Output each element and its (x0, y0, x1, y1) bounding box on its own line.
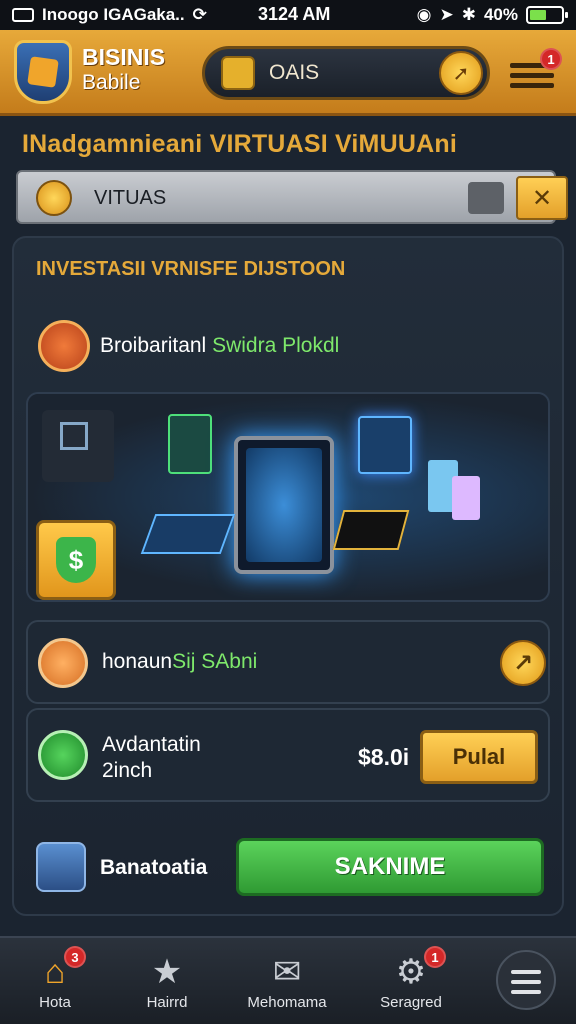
section-title: INadgamnieani VIRTUASI ViMUUAni (22, 130, 457, 158)
nav-label: Hairrd (146, 994, 188, 1011)
hologram-card-icon (168, 414, 212, 474)
brand-subtitle: Babile (82, 71, 141, 94)
battery-percent: 40% (483, 5, 518, 24)
camera-icon (38, 320, 90, 372)
location-icon: ➤ (439, 5, 454, 24)
panel-title: INVESTASII VRNISFE DIJSTOON (36, 258, 346, 280)
nav-badge: 1 (424, 946, 446, 968)
coin-icon (36, 180, 72, 216)
menu-round-button[interactable] (496, 950, 556, 1010)
status-right: ◉ ➤ ✱ 40% (416, 5, 568, 25)
filter-icon[interactable] (468, 182, 504, 214)
hologram-screen-icon (358, 416, 412, 474)
offer-row-1-text: honaun (102, 650, 173, 673)
status-time: 3124 AM (258, 4, 331, 24)
offer-row-1[interactable]: honaunSij SAbni ↗ (26, 620, 550, 704)
star-icon: ★ (151, 953, 183, 991)
license-icon (221, 56, 255, 90)
search-label: VITUAS (94, 187, 167, 209)
coin-label: OAIS (269, 61, 320, 84)
offer-row-1-label: honaunSij SAbni (102, 650, 257, 674)
close-icon[interactable]: ✕ (516, 176, 568, 220)
menu-badge: 1 (540, 48, 562, 70)
alarm-icon: ◉ (416, 5, 432, 24)
compass-icon (36, 842, 86, 892)
nav-item-documents[interactable]: ✉ Mehomama (232, 938, 342, 1024)
status-bar: Inoogo IGAGaka.. ⟳ 3124 AM ◉ ➤ ✱ 40% (0, 0, 576, 30)
add-coins-button[interactable]: ➚ (439, 51, 483, 95)
bottom-nav: ⌂ Hota 3 ★ Hairrd ✉ Mehomama ⚙ Seragred … (0, 936, 576, 1024)
row4-label: Banatoatia (100, 856, 208, 879)
document-icon: ✉ (272, 953, 302, 991)
coin-balance-pill[interactable]: OAIS ➚ (202, 46, 490, 100)
nav-item-favorites[interactable]: ★ Hairrd (112, 938, 222, 1024)
status-left-text: Inoogo IGAGaka.. (42, 5, 185, 24)
brand-title: BISINIS (82, 44, 166, 70)
offer-row-2: Avdantatin 2inch $8.0i Pulal (26, 708, 550, 802)
offer-price: $8.0i (358, 744, 410, 770)
dollar-shield-icon: $ (56, 537, 96, 583)
screen-record-icon (12, 8, 34, 22)
map-icon (38, 730, 88, 780)
money-shield-button[interactable]: $ (36, 520, 116, 600)
offer-row-1-arrow-button[interactable]: ↗ (500, 640, 546, 686)
primary-action-button[interactable]: SAKNIME (236, 838, 544, 896)
brand: BISINIS Babile (82, 44, 165, 96)
app-header: BISINIS Babile OAIS ➚ 1 (0, 30, 576, 116)
nav-badge: 3 (64, 946, 86, 968)
status-left: Inoogo IGAGaka.. ⟳ (12, 5, 222, 25)
battery-icon (526, 6, 568, 24)
buy-button[interactable]: Pulal (420, 730, 538, 784)
wallet-card-icon (332, 510, 410, 550)
offer-row-2-line1: Avdantatin (102, 733, 201, 756)
tool-badge-icon (38, 638, 88, 688)
blue-card-icon (140, 514, 236, 554)
virtual-search-bar[interactable]: VITUAS ✕ (16, 170, 568, 224)
sync-icon: ⟳ (192, 5, 207, 24)
bluetooth-icon: ✱ (461, 5, 476, 24)
cube-icon (452, 476, 480, 520)
nav-label: Hota (39, 994, 71, 1011)
offer-row-2-line2: 2inch (102, 759, 153, 782)
offer-row-1-highlight: Sij SAbni (172, 650, 258, 673)
row1-label: Broibaritanl Swidra Plokdl (100, 334, 339, 358)
nav-label: Mehomama (247, 994, 327, 1011)
row1-label-highlight: Swidra Plokdl (212, 334, 340, 357)
tool-icon (42, 410, 114, 482)
app-logo-icon (14, 40, 72, 104)
tablet-icon (234, 436, 334, 574)
nav-label: Seragred (380, 994, 442, 1011)
offer-row-2-label: Avdantatin 2inch (102, 732, 201, 784)
row1-label-text: Broibaritanl (100, 334, 213, 357)
nav-item-settings[interactable]: ⚙ Seragred (356, 938, 466, 1024)
nav-item-home[interactable]: ⌂ Hota (0, 938, 110, 1024)
